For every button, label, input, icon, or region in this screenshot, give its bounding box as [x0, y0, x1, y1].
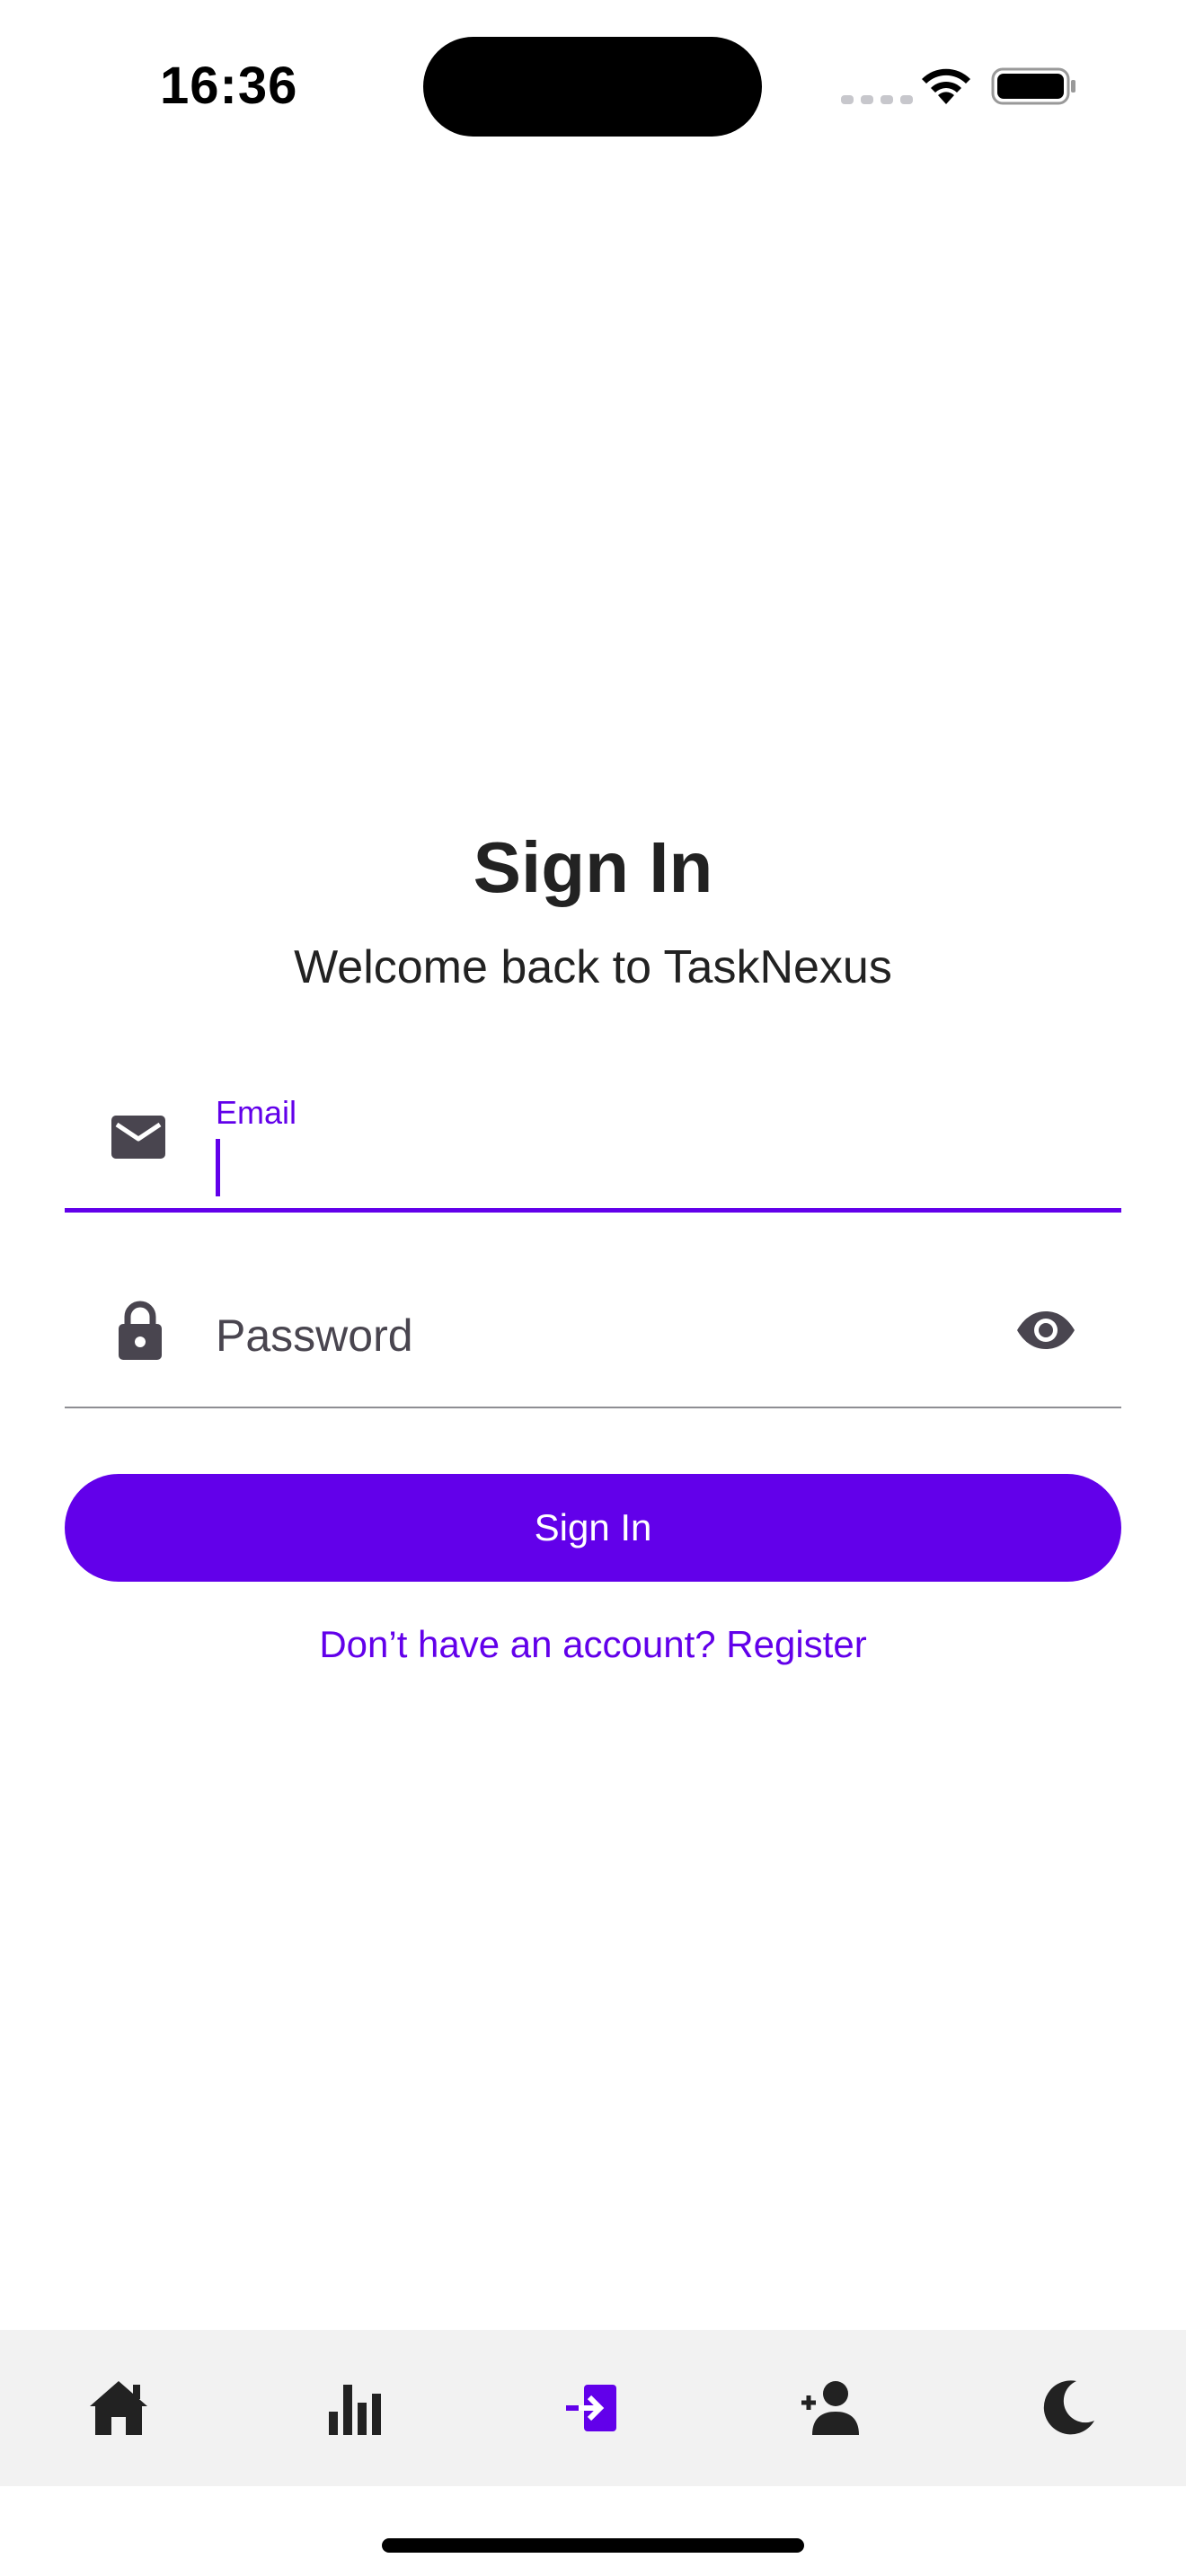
home-icon	[90, 2381, 147, 2435]
lock-icon	[119, 1301, 162, 1360]
login-icon	[566, 2385, 616, 2431]
password-field[interactable]: Password	[65, 1266, 1121, 1408]
nav-item-register[interactable]	[712, 2330, 949, 2486]
email-field[interactable]: Email	[65, 1069, 1121, 1213]
add-user-icon	[801, 2381, 859, 2435]
dark-mode-moon-icon	[1043, 2380, 1094, 2435]
email-label: Email	[216, 1094, 297, 1131]
dynamic-island	[423, 37, 762, 137]
battery-icon	[991, 67, 1075, 105]
mail-icon	[111, 1116, 165, 1159]
password-input[interactable]: Password	[216, 1310, 413, 1362]
cellular-signal-icon	[841, 95, 913, 104]
sign-in-screen: 16:36 Sign In Welcome back to TaskNexus …	[0, 0, 1186, 2576]
nav-item-login[interactable]	[474, 2330, 712, 2486]
status-time: 16:36	[160, 57, 298, 115]
sign-in-button[interactable]: Sign In	[65, 1474, 1121, 1582]
home-indicator[interactable]	[382, 2538, 804, 2553]
bottom-nav	[0, 2330, 1186, 2486]
page-title: Sign In	[473, 827, 713, 907]
register-link[interactable]: Don’t have an account? Register	[0, 1623, 1186, 1666]
page-subtitle: Welcome back to TaskNexus	[294, 941, 892, 993]
nav-item-theme[interactable]	[949, 2330, 1186, 2486]
wifi-icon	[922, 68, 970, 104]
text-cursor	[216, 1139, 220, 1196]
eye-icon[interactable]	[1015, 1310, 1076, 1351]
bar-chart-icon	[329, 2385, 381, 2435]
nav-item-home[interactable]	[0, 2330, 237, 2486]
nav-item-stats[interactable]	[237, 2330, 474, 2486]
